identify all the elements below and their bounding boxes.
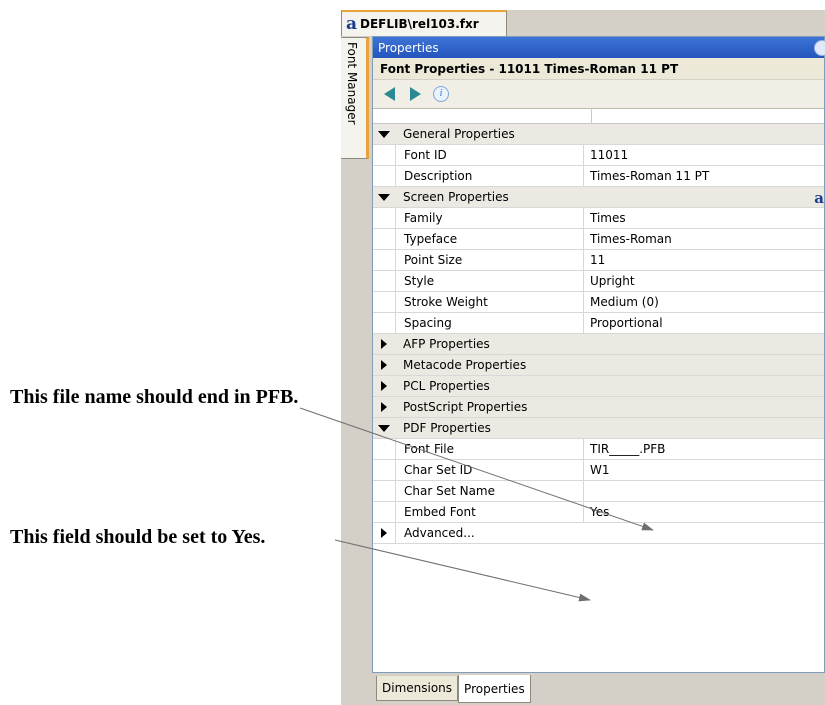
property-value[interactable]: W1 — [584, 460, 610, 480]
property-value[interactable]: Proportional — [584, 313, 663, 333]
properties-title: Properties — [378, 40, 439, 55]
bottom-tab-strip: Dimensions Properties — [372, 675, 825, 705]
property-value[interactable]: Times-Roman — [584, 229, 672, 249]
section-metacode-properties[interactable]: Metacode Properties — [373, 355, 824, 376]
forward-arrow-icon — [409, 87, 421, 101]
section-label: PDF Properties — [403, 421, 491, 435]
section-label: Advanced... — [395, 523, 475, 543]
property-value[interactable]: 11011 — [584, 145, 628, 165]
font-manager-window: a DEFLIB\rel103.fxr Font Manager Propert… — [341, 10, 825, 705]
back-arrow-icon — [383, 87, 395, 101]
property-name: Embed Font — [396, 502, 584, 522]
app-logo-icon: a — [814, 189, 824, 207]
property-row[interactable]: Font ID 11011 — [373, 145, 824, 166]
property-value[interactable]: 11 — [584, 250, 605, 270]
info-button[interactable]: i — [432, 85, 450, 103]
property-name: Char Set Name — [396, 481, 584, 501]
section-label: Screen Properties — [403, 190, 509, 204]
property-name: Font ID — [396, 145, 584, 165]
property-row[interactable]: Stroke Weight Medium (0) — [373, 292, 824, 313]
section-label: Metacode Properties — [403, 358, 527, 372]
section-pcl-properties[interactable]: PCL Properties — [373, 376, 824, 397]
property-row[interactable]: Embed Font Yes — [373, 502, 824, 523]
callout-file-name: This file name should end in PFB. — [10, 386, 299, 408]
property-name: Description — [396, 166, 584, 186]
property-value[interactable]: Times — [584, 208, 626, 228]
property-row[interactable]: Point Size 11 — [373, 250, 824, 271]
property-row[interactable]: Description Times-Roman 11 PT — [373, 166, 824, 187]
property-grid: General Properties Font ID 11011 Descrip… — [373, 109, 824, 544]
pin-icon[interactable] — [814, 40, 825, 56]
property-value[interactable]: Upright — [584, 271, 635, 291]
property-name: Point Size — [396, 250, 584, 270]
section-screen-properties[interactable]: Screen Properties a — [373, 187, 824, 208]
section-pdf-properties[interactable]: PDF Properties — [373, 418, 824, 439]
property-value[interactable] — [584, 481, 590, 501]
property-row[interactable]: Char Set ID W1 — [373, 460, 824, 481]
document-tab[interactable]: a DEFLIB\rel103.fxr — [341, 10, 507, 36]
section-label: AFP Properties — [403, 337, 490, 351]
property-name: Family — [396, 208, 584, 228]
property-value[interactable]: Times-Roman 11 PT — [584, 166, 709, 186]
grid-header-strip — [373, 109, 824, 124]
collapse-arrow-icon[interactable] — [381, 528, 387, 538]
section-postscript-properties[interactable]: PostScript Properties — [373, 397, 824, 418]
section-label: PCL Properties — [403, 379, 490, 393]
app-logo-icon: a — [346, 14, 358, 34]
left-gutter — [341, 159, 369, 705]
property-name: Stroke Weight — [396, 292, 584, 312]
property-name: Style — [396, 271, 584, 291]
font-manager-side-tab[interactable]: Font Manager — [341, 37, 369, 159]
property-row[interactable]: Style Upright — [373, 271, 824, 292]
property-row[interactable]: Family Times — [373, 208, 824, 229]
side-tab-label: Font Manager — [345, 42, 359, 125]
collapse-arrow-icon[interactable] — [381, 402, 387, 412]
collapse-arrow-icon[interactable] — [381, 339, 387, 349]
document-tab-label: DEFLIB\rel103.fxr — [360, 17, 479, 31]
navigation-toolbar: i — [373, 80, 824, 109]
collapse-arrow-icon[interactable] — [381, 360, 387, 370]
expand-arrow-icon[interactable] — [378, 424, 390, 432]
collapse-arrow-icon[interactable] — [381, 381, 387, 391]
property-name: Font File — [396, 439, 584, 459]
section-advanced[interactable]: Advanced... — [373, 523, 824, 544]
property-row[interactable]: Spacing Proportional — [373, 313, 824, 334]
property-name: Spacing — [396, 313, 584, 333]
property-row[interactable]: Char Set Name — [373, 481, 824, 502]
properties-panel: Properties Font Properties - 11011 Times… — [372, 36, 825, 673]
properties-header: Properties — [373, 37, 825, 58]
section-label: PostScript Properties — [403, 400, 528, 414]
property-row[interactable]: Typeface Times-Roman — [373, 229, 824, 250]
property-value[interactable]: TIR_____.PFB — [584, 439, 665, 459]
expand-arrow-icon[interactable] — [378, 130, 390, 138]
forward-button[interactable] — [406, 85, 424, 103]
property-value[interactable]: Yes — [584, 502, 609, 522]
property-name: Char Set ID — [396, 460, 584, 480]
info-icon: i — [433, 86, 449, 102]
section-afp-properties[interactable]: AFP Properties — [373, 334, 824, 355]
property-value[interactable]: Medium (0) — [584, 292, 659, 312]
callout-embed-font: This field should be set to Yes. — [10, 526, 266, 548]
property-name: Typeface — [396, 229, 584, 249]
tab-properties[interactable]: Properties — [458, 675, 531, 703]
section-label: General Properties — [403, 127, 515, 141]
expand-arrow-icon[interactable] — [378, 193, 390, 201]
font-properties-title: Font Properties - 11011 Times-Roman 11 P… — [373, 58, 824, 80]
tab-dimensions[interactable]: Dimensions — [376, 676, 459, 701]
property-row[interactable]: Font File TIR_____.PFB — [373, 439, 824, 460]
section-general-properties[interactable]: General Properties — [373, 124, 824, 145]
back-button[interactable] — [380, 85, 398, 103]
